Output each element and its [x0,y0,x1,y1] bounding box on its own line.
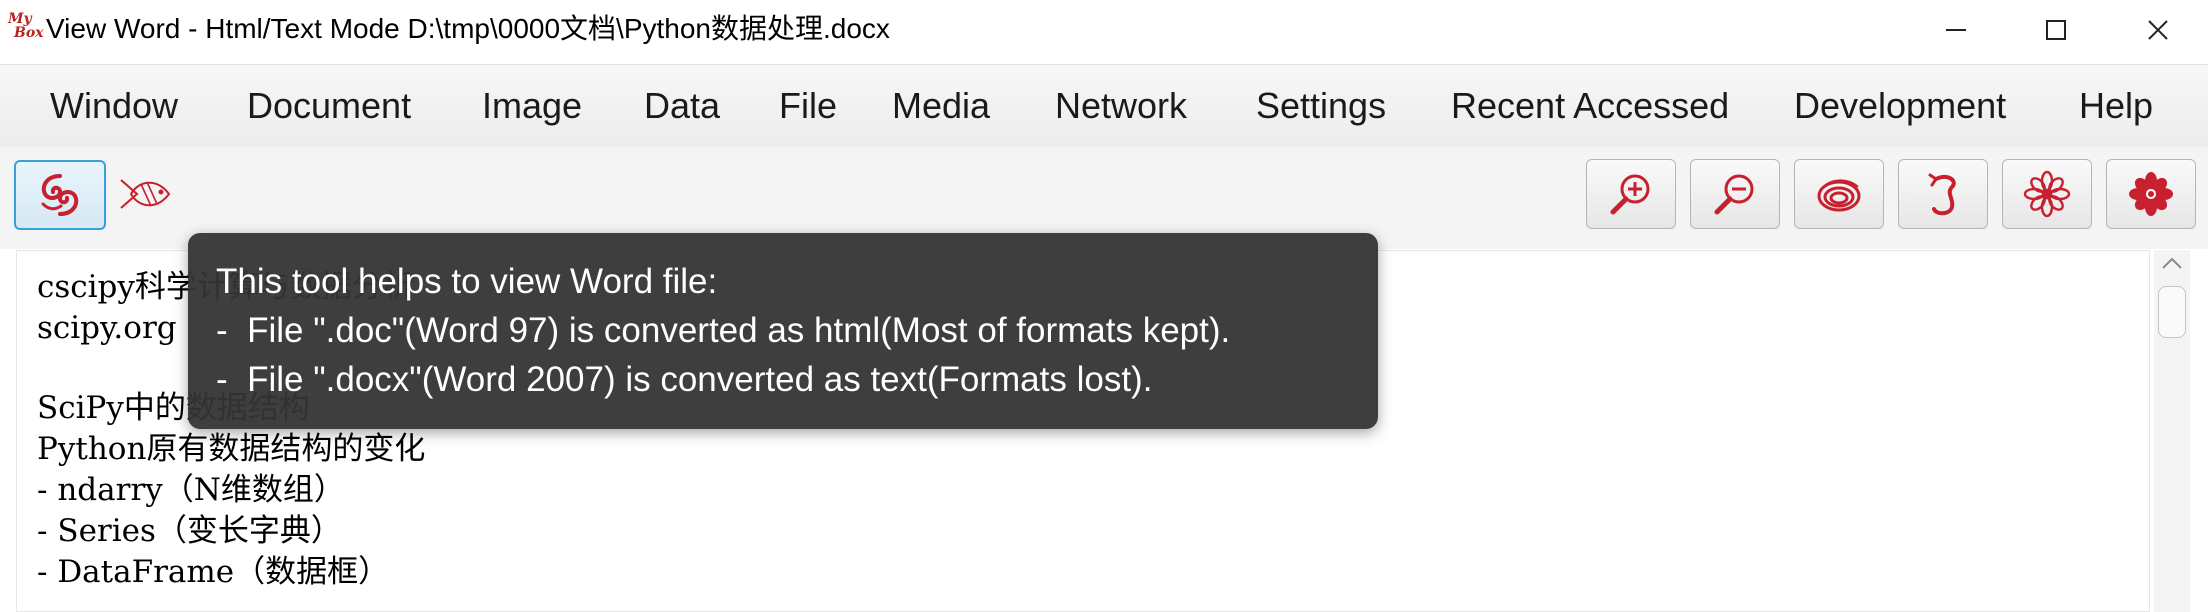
menu-recent-accessed[interactable]: Recent Accessed [1451,85,1729,127]
spiral-icon [1817,179,1861,212]
main-tool-button[interactable] [14,160,106,230]
maximize-button[interactable] [2006,0,2106,60]
document-line: Python原有数据结构的变化 [37,431,426,467]
scroll-up-icon[interactable] [2160,254,2184,272]
window-title: View Word - Html/Text Mode D:\tmp\0000文档… [46,13,890,44]
close-icon [2148,20,2168,40]
fish-icon [120,179,171,209]
tooltip-line: This tool helps to view Word file: [216,262,718,301]
tooltip-line: - File ".doc"(Word 97) is converted as h… [216,311,1231,350]
flower-solid-icon [2129,172,2173,216]
title-bar: My Box View Word - Html/Text Mode D:\tmp… [0,0,2208,60]
flower-solid-button[interactable] [2106,159,2196,229]
menu-development[interactable]: Development [1794,85,2006,127]
menu-document[interactable]: Document [247,85,411,127]
dragon-icon [1928,173,1956,216]
document-line: - Series（变长字典） [37,513,342,549]
zoom-out-button[interactable] [1690,159,1780,229]
menu-data[interactable]: Data [644,85,720,127]
app-logo-line-2: Box [14,25,44,41]
dragon-button[interactable] [1898,159,1988,229]
close-button[interactable] [2108,0,2208,60]
minimize-icon [1946,29,1966,31]
swirl-logo-icon [41,174,79,216]
document-line: - ndarry（N维数组） [37,472,345,508]
menu-media[interactable]: Media [892,85,990,127]
flower-outline-icon [2023,170,2071,218]
menu-window[interactable]: Window [50,85,178,127]
minimize-button[interactable] [1906,0,2006,60]
scrollbar-thumb[interactable] [2158,286,2186,338]
tooltip-line: - File ".docx"(Word 2007) is converted a… [216,360,1153,399]
fish-tool-button[interactable] [114,163,176,225]
document-line: - DataFrame（数据框） [37,554,390,590]
maximize-icon [2046,20,2066,40]
app-logo-line-1: My [8,11,32,27]
menu-network[interactable]: Network [1055,85,1187,127]
zoom-out-icon [1714,174,1754,215]
menu-settings[interactable]: Settings [1256,85,1386,127]
tooltip: This tool helps to view Word file: - Fil… [188,233,1378,429]
menu-help[interactable]: Help [2079,85,2153,127]
menu-file[interactable]: File [779,85,837,127]
zoom-in-icon [1610,174,1650,215]
flower-outline-button[interactable] [2002,159,2092,229]
menu-bar: Window Document Image Data File Media Ne… [0,64,2208,148]
zoom-in-button[interactable] [1586,159,1676,229]
menu-image[interactable]: Image [482,85,582,127]
spiral-button[interactable] [1794,159,1884,229]
app-logo: My Box [8,11,44,46]
